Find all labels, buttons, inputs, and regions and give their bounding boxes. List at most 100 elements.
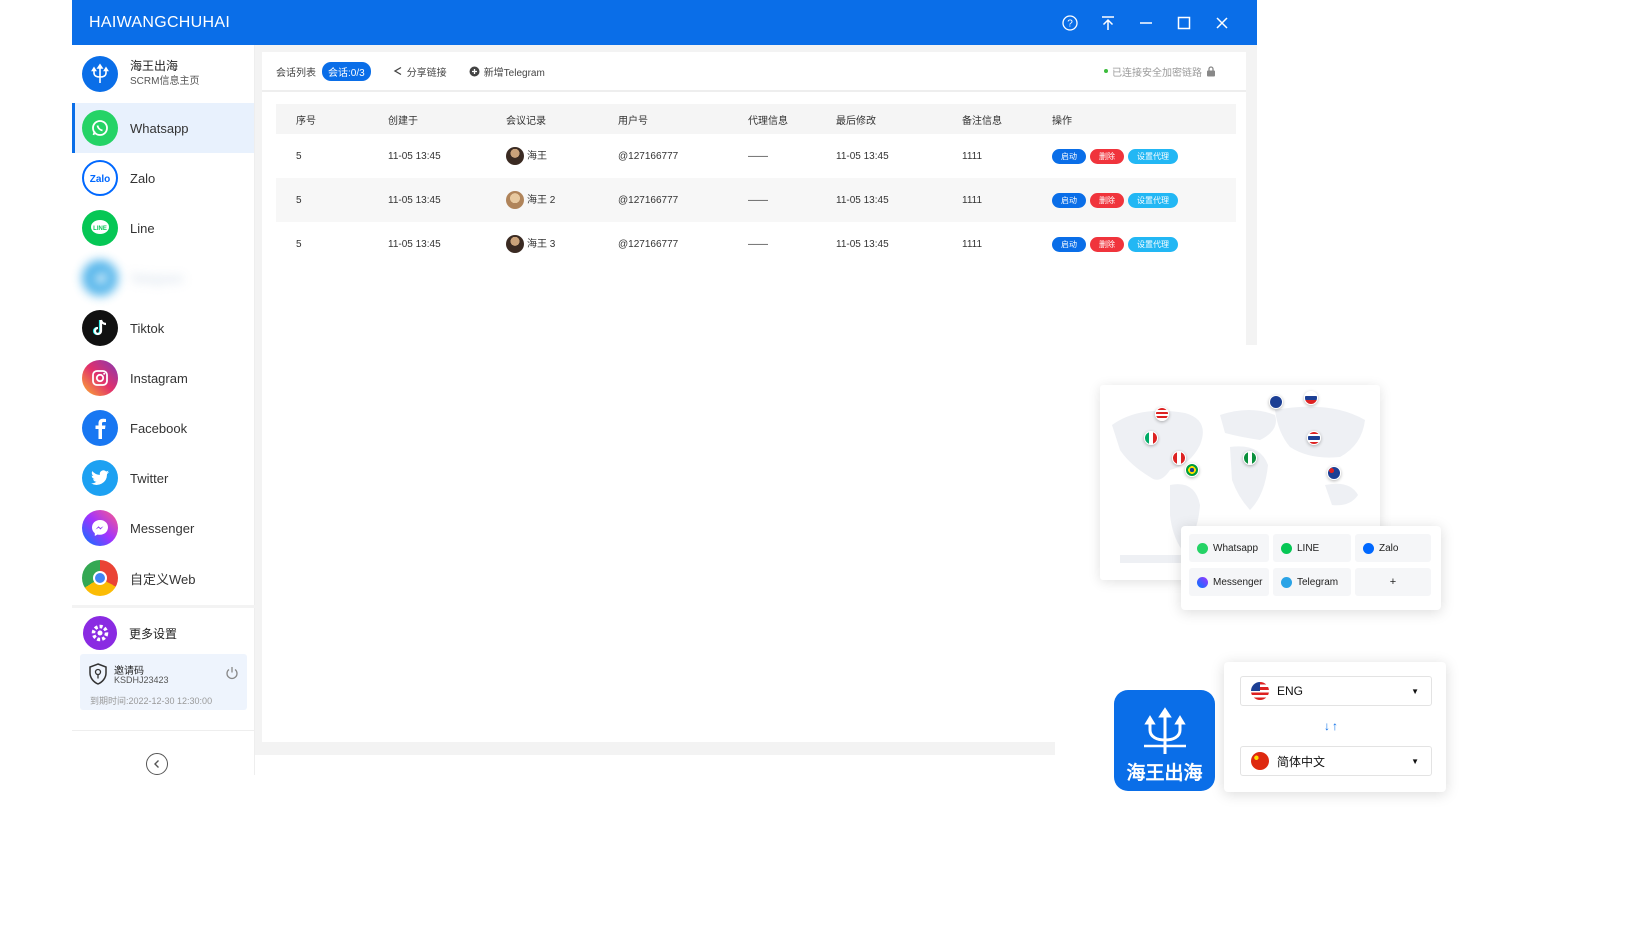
supported-apps-card: Whatsapp LINE Zalo Messenger Telegram + (1181, 526, 1441, 610)
table-row[interactable]: 5 11-05 13:45 海王 2 @127166777 —— 11-05 1… (276, 178, 1236, 222)
source-language-select[interactable]: ENG ▼ (1240, 676, 1432, 706)
app-chip-line[interactable]: LINE (1273, 534, 1351, 562)
add-circle-icon (469, 66, 480, 76)
sidebar-item-zalo[interactable]: Zalo Zalo (72, 153, 254, 203)
help-icon[interactable]: ? (1061, 14, 1079, 32)
column-header: 用户号 (598, 104, 728, 134)
collapse-sidebar-button[interactable] (146, 753, 168, 775)
lock-icon (1207, 65, 1215, 76)
cell-user: @127166777 (598, 178, 728, 222)
app-chip-label: Messenger (1213, 576, 1263, 588)
app-logo-name: 海王出海 (1126, 763, 1203, 784)
add-app-button[interactable]: + (1355, 568, 1431, 596)
twitter-icon (82, 460, 118, 496)
status-dot (1104, 69, 1108, 73)
app-chip-messenger[interactable]: Messenger (1189, 568, 1269, 596)
caret-down-icon: ▼ (1411, 686, 1419, 696)
sidebar-item-label: Twitter (130, 470, 169, 486)
thailand-flag-pin-icon (1307, 431, 1321, 445)
table-header-row: 序号 创建于 会议记录 用户号 代理信息 最后修改 备注信息 操作 (276, 104, 1236, 134)
cell-created: 11-05 13:45 (368, 178, 486, 222)
delete-button[interactable]: 删除 (1090, 236, 1124, 252)
set-proxy-button[interactable]: 设置代理 (1128, 236, 1178, 252)
nigeria-flag-pin-icon (1243, 451, 1257, 465)
close-icon[interactable] (1213, 14, 1231, 32)
maximize-icon[interactable] (1175, 14, 1193, 32)
brand-subtitle: SCRM信息主页 (130, 76, 200, 87)
app-chip-whatsapp[interactable]: Whatsapp (1189, 534, 1269, 562)
pin-top-icon[interactable] (1099, 14, 1117, 32)
cell-note: 1111 (942, 178, 1032, 222)
session-count-badge: 会话:0/3 (322, 61, 371, 81)
translation-language-card: ENG ▼ ↓↑ 简体中文 ▼ (1224, 662, 1446, 792)
sidebar-item-label: Facebook (130, 420, 188, 436)
sidebar-item-telegram[interactable]: Telegram (72, 253, 254, 303)
column-header: 最后修改 (816, 104, 942, 134)
table-row[interactable]: 5 11-05 13:45 海王 @127166777 —— 11-05 13:… (276, 134, 1236, 178)
line-icon: LINE (82, 210, 118, 246)
session-name: 海王 2 (527, 194, 556, 206)
column-header: 操作 (1032, 104, 1236, 134)
cell-proxy: —— (728, 178, 816, 222)
sidebar-item-instagram[interactable]: Instagram (72, 353, 254, 403)
cell-user: @127166777 (618, 238, 679, 250)
add-telegram-button[interactable]: 新增Telegram (469, 64, 545, 79)
app-chip-label: Whatsapp (1213, 542, 1259, 554)
sidebar-item-line[interactable]: LINE Line (72, 203, 254, 253)
sidebar-item-whatsapp[interactable]: Whatsapp (72, 103, 254, 153)
trident-logo-icon (82, 56, 118, 92)
cell-no: 5 (296, 150, 302, 162)
session-list-label: 会话列表 (276, 67, 316, 79)
cell-note: 1111 (962, 150, 983, 162)
share-link-button[interactable]: 分享链接 (393, 64, 447, 79)
more-settings-label: 更多设置 (129, 626, 178, 641)
start-button[interactable]: 启动 (1052, 192, 1086, 208)
session-name: 海王 (527, 150, 547, 162)
column-header: 序号 (276, 104, 368, 134)
delete-button[interactable]: 删除 (1090, 192, 1124, 208)
invite-code-card: 邀请码 KSDHJ23423 到期时间:2022-12-30 12:30:00 (80, 654, 247, 710)
sidebar-item-tiktok[interactable]: Tiktok (72, 303, 254, 353)
set-proxy-button[interactable]: 设置代理 (1128, 192, 1178, 208)
swap-languages-icon[interactable]: ↓↑ (1324, 719, 1340, 733)
set-proxy-button[interactable]: 设置代理 (1128, 148, 1178, 164)
telegram-icon (1281, 576, 1292, 588)
app-chip-zalo[interactable]: Zalo (1355, 534, 1431, 562)
sidebar-item-facebook[interactable]: Facebook (72, 403, 254, 453)
cell-actions: 启动 删除 设置代理 (1032, 134, 1236, 178)
sidebar-item-label: Zalo (130, 170, 156, 186)
mexico-flag-pin-icon (1144, 431, 1158, 445)
app-chip-telegram[interactable]: Telegram (1273, 568, 1351, 596)
delete-button[interactable]: 删除 (1090, 148, 1124, 164)
line-icon (1281, 542, 1292, 554)
cell-meeting: 海王 (486, 134, 598, 178)
minimize-icon[interactable] (1137, 14, 1155, 32)
cell-proxy: —— (748, 238, 768, 250)
zalo-icon (1363, 542, 1374, 554)
start-button[interactable]: 启动 (1052, 236, 1086, 252)
cell-actions: 启动 删除 设置代理 (1032, 222, 1236, 266)
messenger-icon (1197, 576, 1208, 588)
sidebar-item-custom-web[interactable]: 自定义Web (72, 553, 254, 603)
avatar (506, 191, 524, 210)
app-chip-label: Zalo (1379, 542, 1399, 554)
sidebar-item-messenger[interactable]: Messenger (72, 503, 254, 553)
svg-text:LINE: LINE (93, 226, 107, 232)
table-row[interactable]: 5 11-05 13:45 海王 3 @127166777 —— 11-05 1… (276, 222, 1236, 266)
target-language-select[interactable]: 简体中文 ▼ (1240, 746, 1432, 776)
cell-created: 11-05 13:45 (388, 238, 441, 250)
chrome-icon (82, 560, 118, 596)
start-button[interactable]: 启动 (1052, 148, 1086, 164)
invite-expiry: 到期时间:2022-12-30 12:30:00 (90, 696, 213, 706)
brand-header[interactable]: 海王出海 SCRM信息主页 (72, 45, 254, 103)
messenger-icon (82, 510, 118, 546)
power-icon[interactable] (225, 666, 239, 685)
session-name: 海王 3 (527, 238, 556, 250)
column-header: 创建于 (368, 104, 486, 134)
usa-flag-pin-icon (1155, 407, 1169, 421)
secure-connection-label: 已连接安全加密链路 (1112, 67, 1202, 79)
add-telegram-label: 新增Telegram (483, 67, 545, 79)
sidebar-item-twitter[interactable]: Twitter (72, 453, 254, 503)
title-bar: HAIWANGCHUHAI ? (72, 0, 1257, 45)
more-settings-button[interactable]: 更多设置 (72, 612, 255, 654)
